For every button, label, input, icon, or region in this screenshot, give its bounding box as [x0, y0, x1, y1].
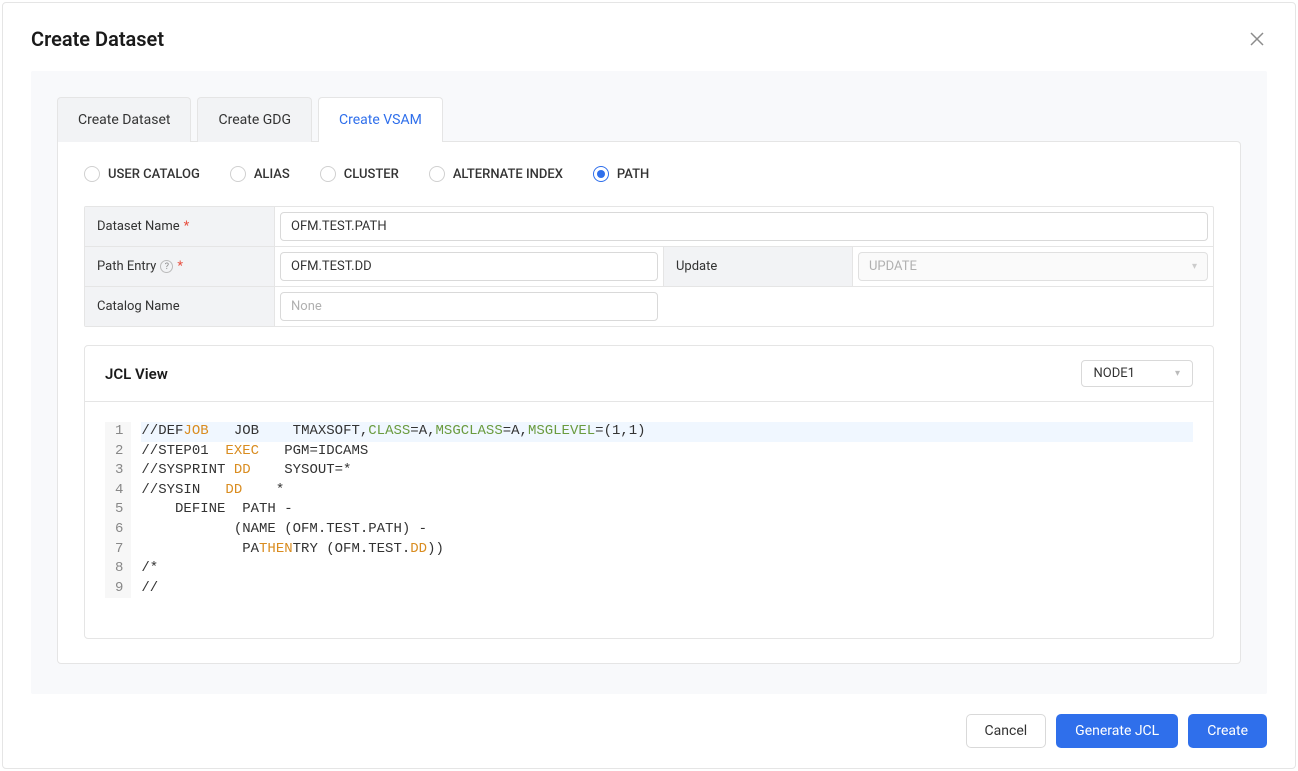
radio-label: ALIAS — [254, 167, 290, 182]
label-text: Path Entry — [97, 259, 156, 274]
line-number: 1 — [115, 422, 123, 442]
tab-create-vsam[interactable]: Create VSAM — [318, 97, 443, 142]
radio-alternate-index[interactable]: ALTERNATE INDEX — [429, 166, 563, 182]
row-path-entry: Path Entry ? * Update UPDATE ▾ — [85, 247, 1213, 287]
jcl-view-panel: JCL View NODE1 ▾ 1 2 3 4 5 6 — [84, 345, 1214, 639]
row-catalog-name: Catalog Name — [85, 287, 1213, 326]
line-number: 5 — [115, 500, 123, 520]
close-icon[interactable] — [1247, 29, 1267, 49]
node-select[interactable]: NODE1 ▾ — [1081, 360, 1193, 387]
cancel-button[interactable]: Cancel — [966, 714, 1047, 748]
vsam-type-radio-group: USER CATALOG ALIAS CLUSTER ALTERNATE IND… — [84, 166, 1214, 182]
code-line: //SYSIN DD * — [141, 481, 1193, 501]
split-update: Update UPDATE ▾ — [663, 247, 1213, 286]
radio-label: ALTERNATE INDEX — [453, 167, 563, 182]
code-line: (NAME (OFM.TEST.PATH) - — [141, 520, 1193, 540]
create-dataset-modal: Create Dataset Create Dataset Create GDG… — [2, 2, 1296, 769]
label-path-entry: Path Entry ? * — [85, 247, 275, 286]
radio-icon — [84, 166, 100, 182]
line-number: 9 — [115, 579, 123, 599]
row-dataset-name: Dataset Name * — [85, 207, 1213, 247]
radio-user-catalog[interactable]: USER CATALOG — [84, 166, 200, 182]
node-select-value: NODE1 — [1094, 366, 1135, 381]
code-line: //STEP01 EXEC PGM=IDCAMS — [141, 442, 1193, 462]
path-entry-input[interactable] — [280, 252, 658, 281]
code-line: // — [141, 579, 1193, 599]
modal-footer: Cancel Generate JCL Create — [3, 694, 1295, 768]
modal-body: Create Dataset Create GDG Create VSAM US… — [31, 71, 1267, 694]
form-table: Dataset Name * Path Entry ? * — [84, 206, 1214, 327]
value-path-entry — [275, 247, 663, 286]
tab-create-dataset[interactable]: Create Dataset — [57, 97, 191, 142]
radio-label: USER CATALOG — [108, 167, 200, 182]
radio-label: PATH — [617, 167, 649, 182]
chevron-down-icon: ▾ — [1175, 368, 1180, 379]
jcl-body: 1 2 3 4 5 6 7 8 9 //DEFJOB JOB TMAXSOFT,… — [85, 402, 1213, 638]
radio-cluster[interactable]: CLUSTER — [320, 166, 399, 182]
line-number: 2 — [115, 442, 123, 462]
create-button[interactable]: Create — [1188, 714, 1267, 748]
radio-icon — [593, 166, 609, 182]
label-update: Update — [663, 247, 853, 286]
modal-header: Create Dataset — [3, 3, 1295, 71]
label-text: Catalog Name — [97, 299, 180, 314]
value-dataset-name — [275, 207, 1213, 246]
tab-panel-create-vsam: USER CATALOG ALIAS CLUSTER ALTERNATE IND… — [57, 141, 1241, 664]
jcl-code-editor[interactable]: 1 2 3 4 5 6 7 8 9 //DEFJOB JOB TMAXSOFT,… — [105, 422, 1193, 598]
dataset-name-input[interactable] — [280, 212, 1208, 241]
line-number: 6 — [115, 520, 123, 540]
line-number-gutter: 1 2 3 4 5 6 7 8 9 — [105, 422, 131, 598]
code-line: /* — [141, 559, 1193, 579]
line-number: 8 — [115, 559, 123, 579]
line-number: 7 — [115, 540, 123, 560]
label-text: Dataset Name — [97, 219, 180, 234]
help-icon[interactable]: ? — [160, 260, 173, 273]
required-marker: * — [177, 259, 183, 274]
required-marker: * — [184, 219, 190, 234]
jcl-header: JCL View NODE1 ▾ — [85, 346, 1213, 402]
generate-jcl-button[interactable]: Generate JCL — [1056, 714, 1178, 748]
catalog-name-input[interactable] — [280, 292, 658, 321]
value-catalog-name — [275, 287, 1213, 326]
select-value: UPDATE — [869, 259, 917, 274]
code-content: //DEFJOB JOB TMAXSOFT,CLASS=A,MSGCLASS=A… — [131, 422, 1193, 598]
radio-icon — [320, 166, 336, 182]
label-dataset-name: Dataset Name * — [85, 207, 275, 246]
tab-list: Create Dataset Create GDG Create VSAM — [57, 97, 1241, 142]
code-line: DEFINE PATH - — [141, 500, 1193, 520]
radio-label: CLUSTER — [344, 167, 399, 182]
line-number: 3 — [115, 461, 123, 481]
value-update: UPDATE ▾ — [853, 247, 1213, 286]
code-line: //DEFJOB JOB TMAXSOFT,CLASS=A,MSGCLASS=A… — [141, 422, 1193, 442]
jcl-title: JCL View — [105, 365, 168, 383]
tab-create-gdg[interactable]: Create GDG — [197, 97, 312, 142]
radio-icon — [429, 166, 445, 182]
line-number: 4 — [115, 481, 123, 501]
label-catalog-name: Catalog Name — [85, 287, 275, 326]
code-line: PATHENTRY (OFM.TEST.DD)) — [141, 540, 1193, 560]
chevron-down-icon: ▾ — [1192, 261, 1197, 272]
radio-path[interactable]: PATH — [593, 166, 649, 182]
code-line: //SYSPRINT DD SYSOUT=* — [141, 461, 1193, 481]
radio-alias[interactable]: ALIAS — [230, 166, 290, 182]
modal-title: Create Dataset — [31, 27, 164, 51]
radio-icon — [230, 166, 246, 182]
update-select[interactable]: UPDATE ▾ — [858, 252, 1208, 281]
